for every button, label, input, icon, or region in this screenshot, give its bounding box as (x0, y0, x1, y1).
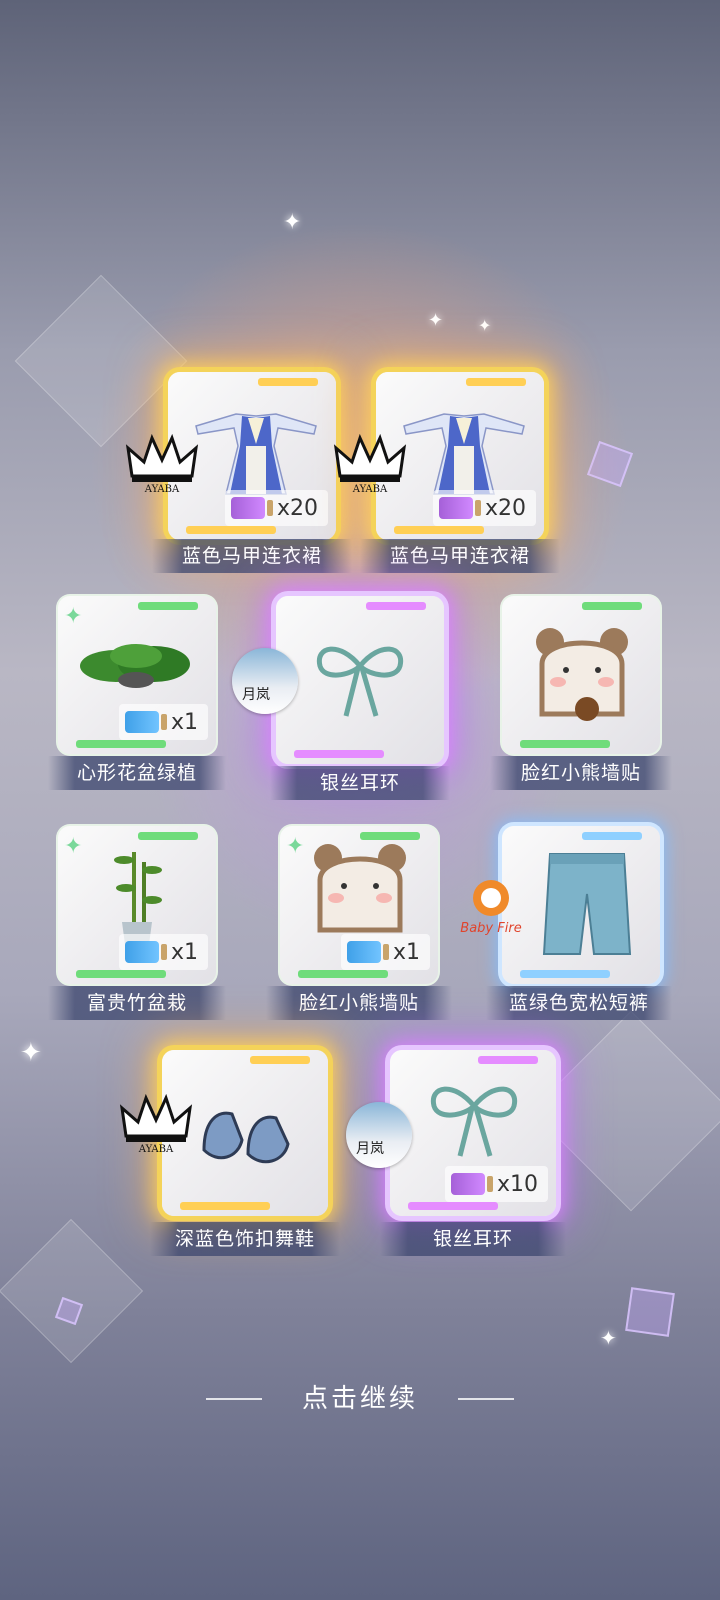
star-icon: ✦ (286, 834, 305, 859)
item-name: 蓝绿色宽松短裤 (486, 986, 672, 1020)
item-quantity: x1 (170, 709, 198, 735)
ayaba-crown-icon: AYABA (125, 433, 199, 494)
item-name: 心形花盆绿植 (48, 756, 226, 790)
ticket-icon (124, 711, 167, 733)
sparkle-icon: ✦ (428, 310, 444, 331)
shoes-icon (202, 1111, 290, 1164)
item-quantity: x1 (170, 939, 198, 965)
star-icon: ✦ (64, 834, 83, 859)
divider-line (458, 1398, 514, 1400)
ayaba-crown-icon: AYABA (333, 433, 407, 494)
ribbon-icon (430, 1086, 518, 1157)
svg-text:AYABA: AYABA (352, 484, 388, 494)
svg-text:AYABA: AYABA (138, 1144, 174, 1154)
reward-card[interactable]: x20 AYABA (125, 372, 336, 540)
floating-cube (586, 440, 634, 488)
item-quantity: x20 (276, 495, 318, 521)
moon-brand-tag: 月岚 (232, 648, 298, 714)
item-quantity: x20 (484, 495, 526, 521)
sparkle-icon: ✦ (20, 1038, 42, 1068)
moon-brand-tag: 月岚 (346, 1102, 412, 1168)
babyfire-brand-icon: Baby Fire (460, 880, 522, 936)
item-name: 银丝耳环 (270, 766, 450, 800)
ticket-icon (438, 497, 481, 519)
reward-card[interactable]: x20 AYABA (333, 372, 544, 540)
ticket-icon (346, 941, 389, 963)
item-quantity: x1 (392, 939, 420, 965)
star-icon: ✦ (64, 604, 83, 629)
background-shard (530, 1010, 720, 1212)
shorts-icon (542, 853, 632, 955)
background-shard (14, 274, 188, 448)
item-name: 蓝色马甲连衣裙 (152, 539, 352, 573)
item-name: 脸红小熊墙贴 (266, 986, 452, 1020)
floating-cube (625, 1287, 675, 1337)
reward-card[interactable]: 月岚 (232, 596, 444, 764)
sparkle-icon: ✦ (478, 316, 492, 335)
reward-card[interactable]: AYABA (119, 1050, 328, 1216)
background-shard (0, 1218, 144, 1364)
sparkle-icon: ✦ (283, 210, 302, 235)
ticket-icon (124, 941, 167, 963)
dress-icon (195, 413, 317, 495)
svg-text:Baby Fire: Baby Fire (460, 921, 521, 936)
reward-card[interactable]: x10 月岚 (346, 1050, 556, 1216)
sparkle-icon: ✦ (600, 1326, 617, 1350)
plant-icon (80, 644, 190, 688)
bear-icon (536, 628, 628, 721)
item-name: 蓝色马甲连衣裙 (360, 539, 560, 573)
divider-line (206, 1398, 262, 1400)
reward-card[interactable]: ✦ x1 (58, 826, 216, 984)
item-name: 富贵竹盆栽 (48, 986, 226, 1020)
continue-label: 点击继续 (301, 1384, 418, 1414)
svg-text:AYABA: AYABA (144, 484, 180, 494)
reward-card[interactable]: Baby Fire (460, 826, 660, 984)
item-name: 深蓝色饰扣舞鞋 (150, 1222, 340, 1256)
reward-card[interactable] (502, 596, 660, 754)
ticket-icon (450, 1173, 493, 1195)
item-name: 脸红小熊墙贴 (490, 756, 672, 790)
item-quantity: x10 (496, 1171, 538, 1197)
bear-icon (314, 844, 406, 933)
tap-to-continue[interactable]: 点击继续 (0, 1378, 720, 1418)
ayaba-crown-icon: AYABA (119, 1093, 193, 1154)
ticket-icon (230, 497, 273, 519)
reward-card[interactable]: ✦ x1 (58, 596, 216, 754)
dress-icon (403, 413, 525, 495)
reward-card[interactable]: ✦ x1 (280, 826, 438, 984)
item-name: 银丝耳环 (380, 1222, 566, 1256)
ribbon-icon (316, 646, 404, 717)
